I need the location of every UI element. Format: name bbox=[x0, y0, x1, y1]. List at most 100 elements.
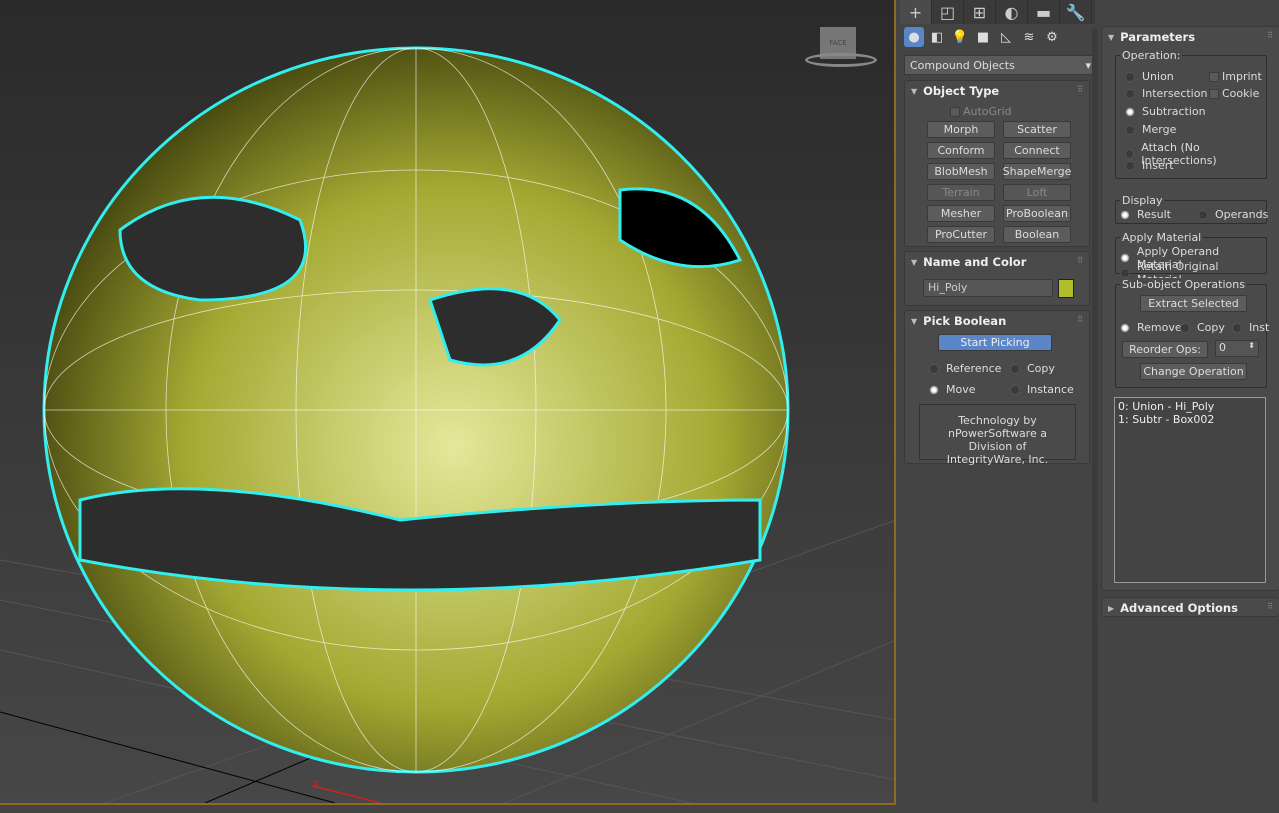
collapse-triangle-icon: ▼ bbox=[911, 316, 918, 326]
lights-button[interactable]: 💡 bbox=[950, 27, 970, 47]
create-categories: ● ◧ 💡 ■ ◺ ≋ ⚙ bbox=[904, 27, 1062, 47]
rollout-title: Pick Boolean bbox=[923, 314, 1007, 328]
perspective-viewport[interactable]: X FACE bbox=[0, 0, 896, 805]
drag-grip-icon[interactable]: ⠿ bbox=[1077, 256, 1083, 265]
helpers-icon: ◺ bbox=[1001, 29, 1011, 45]
start-picking-button[interactable]: Start Picking bbox=[938, 334, 1052, 351]
merge-radio[interactable]: Merge bbox=[1125, 123, 1176, 136]
boolean-button[interactable]: Boolean bbox=[1003, 226, 1071, 243]
pick-boolean-header[interactable]: ▼ Pick Boolean bbox=[905, 311, 1089, 331]
drag-grip-icon[interactable]: ⠿ bbox=[1077, 85, 1083, 94]
spacewarps-icon: ≋ bbox=[1023, 29, 1035, 45]
object-color-swatch[interactable] bbox=[1058, 279, 1074, 298]
modify-tab[interactable]: ◰ bbox=[932, 0, 964, 24]
procutter-button[interactable]: ProCutter bbox=[927, 226, 995, 243]
subtraction-radio[interactable]: Subtraction bbox=[1125, 105, 1206, 118]
shapemerge-button[interactable]: ShapeMerge bbox=[1003, 163, 1071, 180]
collapse-triangle-icon: ▼ bbox=[911, 86, 918, 96]
create-icon: + bbox=[908, 2, 923, 22]
drag-grip-icon[interactable]: ⠿ bbox=[1267, 31, 1273, 40]
rollout-title: Object Type bbox=[923, 84, 1000, 98]
reorder-ops-spinner[interactable]: 0 ⬍ bbox=[1215, 340, 1259, 357]
lights-icon: 💡 bbox=[951, 29, 969, 45]
blobmesh-button[interactable]: BlobMesh bbox=[927, 163, 995, 180]
motion-icon: ◐ bbox=[1004, 2, 1019, 22]
command-panel: + ◰ ⊞ ◐ ▬ 🔧 ● ◧ 💡 ■ ◺ ≋ ⚙ Compound Objec… bbox=[900, 0, 1279, 813]
display-tab[interactable]: ▬ bbox=[1028, 0, 1060, 24]
x-axis-gizmo bbox=[312, 785, 381, 803]
parameters-header[interactable]: ▼ Parameters bbox=[1102, 27, 1279, 47]
parameters-rollout: ▼ Parameters ⠿ Operation: Union Intersect… bbox=[1101, 26, 1279, 591]
collapse-triangle-icon: ▼ bbox=[911, 257, 918, 267]
operands-radio[interactable]: Operands bbox=[1198, 208, 1268, 221]
list-item[interactable]: 1: Subtr - Box002 bbox=[1118, 413, 1262, 426]
viewcube[interactable]: FACE bbox=[803, 25, 878, 70]
instance-radio[interactable]: Instance bbox=[1010, 383, 1074, 396]
morph-button[interactable]: Morph bbox=[927, 121, 995, 138]
viewcube-ring[interactable] bbox=[805, 53, 877, 67]
copy-radio[interactable]: Copy bbox=[1010, 362, 1055, 375]
helpers-button[interactable]: ◺ bbox=[996, 27, 1016, 47]
drag-grip-icon[interactable]: ⠿ bbox=[1267, 602, 1273, 611]
reference-radio[interactable]: Reference bbox=[929, 362, 1001, 375]
connect-button[interactable]: Connect bbox=[1003, 142, 1071, 159]
list-item[interactable]: 0: Union - Hi_Poly bbox=[1118, 400, 1262, 413]
advanced-options-rollout: ▶ Advanced Options ⠿ bbox=[1101, 597, 1279, 617]
apply-material-label: Apply Material bbox=[1120, 231, 1204, 244]
conform-button[interactable]: Conform bbox=[927, 142, 995, 159]
x-axis-label: X bbox=[312, 779, 319, 790]
drag-grip-icon[interactable]: ⠿ bbox=[1077, 315, 1083, 324]
change-operation-button[interactable]: Change Operation bbox=[1140, 363, 1247, 380]
geometry-icon: ● bbox=[908, 29, 920, 45]
cameras-icon: ■ bbox=[976, 29, 990, 45]
proboolean-button[interactable]: ProBoolean bbox=[1003, 205, 1071, 222]
command-panel-tabs: + ◰ ⊞ ◐ ▬ 🔧 bbox=[900, 0, 1095, 24]
imprint-checkbox[interactable]: Imprint bbox=[1209, 70, 1262, 83]
create-tab[interactable]: + bbox=[900, 0, 932, 24]
rollout-title: Parameters bbox=[1120, 30, 1196, 44]
cameras-button[interactable]: ■ bbox=[973, 27, 993, 47]
remove-radio[interactable]: Remove bbox=[1120, 321, 1182, 334]
hierarchy-icon: ⊞ bbox=[972, 2, 987, 22]
mesher-button[interactable]: Mesher bbox=[927, 205, 995, 222]
hierarchy-tab[interactable]: ⊞ bbox=[964, 0, 996, 24]
scatter-button[interactable]: Scatter bbox=[1003, 121, 1071, 138]
utilities-tab[interactable]: 🔧 bbox=[1060, 0, 1092, 24]
advanced-options-header[interactable]: ▶ Advanced Options bbox=[1102, 598, 1279, 618]
display-icon: ▬ bbox=[1035, 2, 1052, 22]
chevron-down-icon: ▾ bbox=[1085, 58, 1091, 72]
apply-material-group: Apply Material Apply Operand Material Re… bbox=[1115, 231, 1267, 286]
systems-button[interactable]: ⚙ bbox=[1042, 27, 1062, 47]
loft-button[interactable]: Loft bbox=[1003, 184, 1071, 201]
spacewarps-button[interactable]: ≋ bbox=[1019, 27, 1039, 47]
name-color-header[interactable]: ▼ Name and Color bbox=[905, 252, 1089, 272]
object-name-input[interactable]: Hi_Poly bbox=[923, 279, 1053, 297]
union-radio[interactable]: Union bbox=[1125, 70, 1174, 83]
operation-group: Operation: Union Intersection Subtractio… bbox=[1115, 49, 1267, 179]
spinner-arrows-icon[interactable]: ⬍ bbox=[1248, 341, 1255, 356]
motion-tab[interactable]: ◐ bbox=[996, 0, 1028, 24]
shapes-button[interactable]: ◧ bbox=[927, 27, 947, 47]
copy-radio[interactable]: Copy bbox=[1180, 321, 1225, 334]
operation-label: Operation: bbox=[1120, 49, 1183, 62]
result-radio[interactable]: Result bbox=[1120, 208, 1171, 221]
modify-icon: ◰ bbox=[939, 2, 956, 22]
move-radio[interactable]: Move bbox=[929, 383, 976, 396]
geometry-button[interactable]: ● bbox=[904, 27, 924, 47]
terrain-button[interactable]: Terrain bbox=[927, 184, 995, 201]
technology-credit: Technology by nPowerSoftware a Division … bbox=[919, 404, 1076, 466]
utilities-icon: 🔧 bbox=[1065, 2, 1086, 22]
object-category-dropdown[interactable]: Compound Objects ▾ bbox=[904, 55, 1097, 75]
autogrid-checkbox[interactable]: AutoGrid bbox=[950, 105, 1012, 118]
operands-list[interactable]: 0: Union - Hi_Poly 1: Subtr - Box002 bbox=[1114, 397, 1266, 583]
panel-divider[interactable] bbox=[1092, 28, 1098, 803]
expand-triangle-icon: ▶ bbox=[1108, 603, 1115, 613]
reorder-ops-button[interactable]: Reorder Ops: bbox=[1122, 341, 1208, 358]
cookie-checkbox[interactable]: Cookie bbox=[1209, 87, 1259, 100]
systems-icon: ⚙ bbox=[1046, 29, 1058, 45]
inst-radio[interactable]: Inst bbox=[1232, 321, 1269, 334]
object-type-header[interactable]: ▼ Object Type bbox=[905, 81, 1089, 101]
extract-selected-button[interactable]: Extract Selected bbox=[1140, 295, 1247, 312]
insert-radio[interactable]: Insert bbox=[1125, 159, 1174, 172]
intersection-radio[interactable]: Intersection bbox=[1125, 87, 1207, 100]
